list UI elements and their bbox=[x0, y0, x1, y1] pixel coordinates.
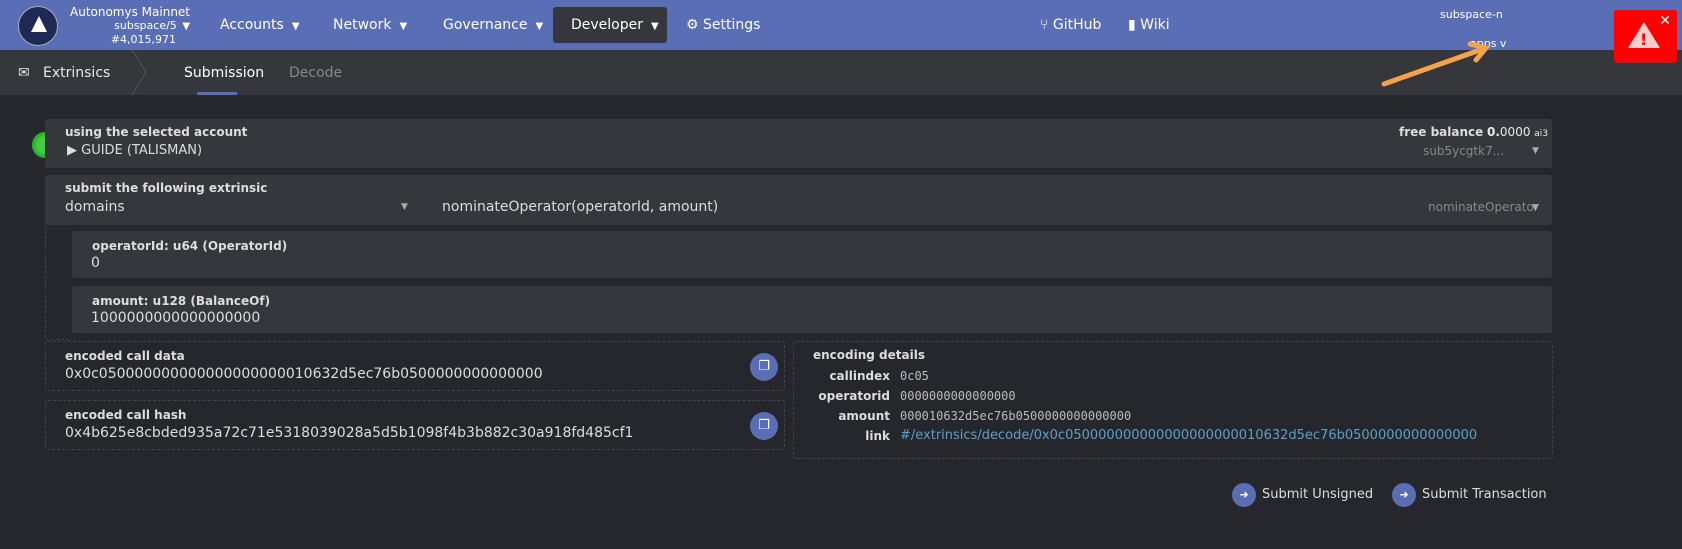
encoded-call-hash: encoded call hash 0x4b625e8cbded935a72c7… bbox=[45, 400, 785, 450]
encoded-hash-value: 0x4b625e8cbded935a72c71e5318039028a5d5b1… bbox=[65, 425, 634, 441]
extrinsic-label: submit the following extrinsic bbox=[65, 181, 268, 195]
runtime: subspace/5 bbox=[114, 19, 177, 32]
nav-label: Accounts bbox=[220, 17, 284, 33]
call-short: nominateOperator bbox=[1428, 200, 1539, 214]
sign-in-icon: ➜ bbox=[1232, 483, 1256, 507]
param-operatorid[interactable]: operatorId: u64 (OperatorId) 0 bbox=[72, 231, 1552, 278]
chevron-down-icon: ▼ bbox=[291, 21, 300, 32]
detail-value: 0c05 bbox=[900, 369, 929, 383]
chevron-down-icon: ▼ bbox=[1532, 203, 1539, 213]
param-label: operatorId: u64 (OperatorId) bbox=[92, 239, 288, 253]
submit-unsigned-button[interactable]: ➜ Submit Unsigned bbox=[1232, 483, 1373, 507]
chevron-down-icon: ▼ bbox=[401, 202, 408, 212]
book-icon: ▮ bbox=[1128, 17, 1141, 33]
nav-label: Network bbox=[333, 17, 392, 33]
tab-decode[interactable]: Decode bbox=[289, 65, 342, 81]
sign-in-icon: ➜ bbox=[1392, 483, 1416, 507]
nav-label: Governance bbox=[443, 17, 528, 33]
extrinsic-selector: submit the following extrinsic domains ▼… bbox=[45, 175, 1552, 225]
encoded-hash-label: encoded call hash bbox=[65, 408, 187, 422]
chain-logo[interactable] bbox=[18, 6, 58, 46]
nav-github[interactable]: ⑂ GitHub bbox=[1022, 7, 1119, 43]
param-value[interactable]: 0 bbox=[91, 255, 100, 271]
param-label: amount: u128 (BalanceOf) bbox=[92, 294, 271, 308]
nav-label: Settings bbox=[703, 17, 761, 33]
chain-selector[interactable]: Autonomys Mainnet subspace/5 ▼ #4,015,97… bbox=[70, 5, 191, 47]
block-number: #4,015,971 bbox=[110, 33, 177, 46]
arrow-annotation bbox=[1381, 41, 1491, 87]
nav-accounts[interactable]: Accounts ▼ bbox=[202, 7, 318, 43]
account-selector[interactable]: using the selected account ▶ GUIDE (TALI… bbox=[45, 119, 1552, 168]
copy-icon[interactable]: ❐ bbox=[750, 353, 778, 381]
balance-label: free balance bbox=[1399, 125, 1484, 139]
account-label: using the selected account bbox=[65, 125, 248, 139]
encoded-call-data: encoded call data 0x0c050000000000000000… bbox=[45, 341, 785, 391]
detail-key: link bbox=[865, 429, 890, 443]
submit-transaction-button[interactable]: ➜ Submit Transaction bbox=[1392, 483, 1547, 507]
decode-link[interactable]: #/extrinsics/decode/0x0c0500000000000000… bbox=[900, 428, 1477, 443]
chevron-down-icon: ▼ bbox=[182, 21, 191, 32]
copy-icon[interactable]: ❐ bbox=[750, 412, 778, 440]
chevron-down-icon: ▼ bbox=[1532, 146, 1539, 156]
chain-name: Autonomys Mainnet bbox=[70, 5, 191, 19]
balance-frac: 0000 bbox=[1499, 125, 1531, 139]
nav-network[interactable]: Network ▼ bbox=[315, 7, 425, 43]
detail-value: 0000000000000000 bbox=[900, 389, 1016, 403]
breadcrumb-divider bbox=[131, 50, 147, 95]
param-amount[interactable]: amount: u128 (BalanceOf) 100000000000000… bbox=[72, 286, 1552, 333]
extrinsics-icon: ✉ bbox=[18, 65, 30, 81]
details-title: encoding details bbox=[813, 348, 925, 362]
encoded-data-label: encoded call data bbox=[65, 349, 185, 363]
nav-settings[interactable]: ⚙ Settings bbox=[668, 7, 778, 43]
button-label: Submit Transaction bbox=[1422, 487, 1547, 502]
param-value[interactable]: 1000000000000000000 bbox=[91, 310, 260, 326]
nav-wiki[interactable]: ▮ Wiki bbox=[1110, 7, 1188, 43]
pallet-dropdown[interactable]: domains bbox=[65, 199, 125, 215]
section-title: Extrinsics bbox=[43, 65, 111, 81]
call-dropdown[interactable]: nominateOperator(operatorId, amount) bbox=[442, 199, 718, 215]
detail-key: operatorid bbox=[818, 389, 890, 403]
detail-key: callindex bbox=[829, 369, 890, 383]
github-icon: ⑂ bbox=[1040, 17, 1053, 33]
warning-badge[interactable]: ! ✕ bbox=[1614, 10, 1677, 63]
account-name: ▶ GUIDE (TALISMAN) bbox=[67, 143, 203, 158]
nav-governance[interactable]: Governance ▼ bbox=[425, 7, 561, 43]
encoded-data-value: 0x0c050000000000000000000010632d5ec76b05… bbox=[65, 366, 543, 382]
nav-label: Wiki bbox=[1140, 17, 1170, 33]
active-tab-indicator bbox=[197, 92, 237, 95]
nav-developer[interactable]: Developer ▼ bbox=[553, 7, 667, 43]
node-name: subspace-n bbox=[1440, 8, 1503, 21]
account-address: sub5ycgtk7... bbox=[1423, 144, 1505, 158]
detail-value: 000010632d5ec76b0500000000000000 bbox=[900, 409, 1132, 423]
button-label: Submit Unsigned bbox=[1262, 487, 1374, 502]
nav-label: Developer bbox=[571, 17, 644, 33]
tab-submission[interactable]: Submission bbox=[184, 65, 264, 81]
close-icon[interactable]: ✕ bbox=[1659, 13, 1671, 29]
params-guide bbox=[45, 225, 72, 340]
chevron-down-icon: ▼ bbox=[535, 21, 544, 32]
balance-unit: ai3 bbox=[1534, 129, 1549, 139]
gear-icon: ⚙ bbox=[686, 17, 704, 33]
nav-label: GitHub bbox=[1052, 17, 1102, 33]
chevron-down-icon: ▼ bbox=[651, 21, 659, 32]
balance-int: 0. bbox=[1487, 125, 1500, 139]
detail-key: amount bbox=[838, 409, 890, 423]
chevron-down-icon: ▼ bbox=[399, 21, 408, 32]
exclamation-icon: ! bbox=[1640, 30, 1648, 49]
